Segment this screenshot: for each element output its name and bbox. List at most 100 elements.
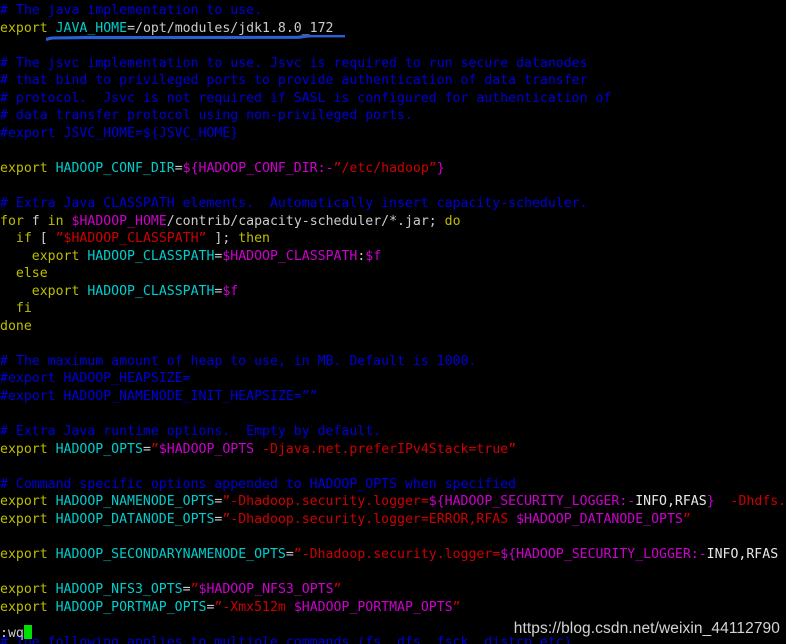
code-line[interactable] bbox=[0, 564, 786, 582]
terminal-window[interactable]: # The java implementation to use. export … bbox=[0, 0, 786, 644]
code-span: else bbox=[15, 266, 48, 282]
vim-command-line[interactable]: :wq bbox=[0, 625, 33, 643]
code-span bbox=[0, 266, 16, 281]
code-line[interactable]: # The jsvc implementation to use. Jsvc i… bbox=[0, 55, 786, 73]
code-span: fi bbox=[15, 301, 32, 317]
code-span: } bbox=[706, 494, 715, 510]
code-span bbox=[48, 161, 56, 176]
code-span: ”-Xmx512m bbox=[214, 599, 294, 615]
code-span: #export HADOOP_HEAPSIZE= bbox=[0, 371, 191, 387]
command-line-text: :wq bbox=[0, 626, 24, 641]
code-line[interactable] bbox=[0, 142, 786, 160]
code-line[interactable] bbox=[0, 37, 786, 55]
code-line[interactable] bbox=[0, 177, 786, 195]
code-line[interactable]: export HADOOP_CLASSPATH=$HADOOP_CLASSPAT… bbox=[0, 248, 786, 266]
code-span: ${HADOOP_CONF_DIR:- bbox=[182, 160, 334, 176]
code-span: } bbox=[436, 160, 445, 176]
code-line[interactable]: # Command specific options appended to H… bbox=[0, 476, 786, 494]
code-span: export bbox=[0, 494, 48, 510]
code-span: ${HADOOP_SECURITY_LOGGER:- bbox=[500, 546, 707, 562]
code-span: export bbox=[0, 582, 48, 598]
code-span: /contrib/capacity-scheduler/*.jar; bbox=[166, 213, 445, 229]
code-span: = bbox=[182, 582, 191, 598]
code-line[interactable]: if [ ”$HADOOP_CLASSPATH” ]; then bbox=[0, 230, 786, 248]
code-span: = bbox=[174, 160, 183, 176]
code-line[interactable] bbox=[0, 528, 786, 546]
code-line[interactable] bbox=[0, 335, 786, 353]
code-span: ” bbox=[150, 441, 159, 457]
code-span: ”$HADOOP_CLASSPATH” bbox=[55, 231, 207, 247]
code-span: then bbox=[238, 231, 270, 247]
code-line[interactable]: export JAVA_HOME=/opt/modules/jdk1.8.0_1… bbox=[0, 20, 786, 38]
code-line[interactable]: else bbox=[0, 265, 786, 283]
code-span: ]; bbox=[206, 231, 239, 247]
code-span: if bbox=[15, 231, 32, 247]
code-line[interactable]: #export JSVC_HOME=${JSVC_HOME} bbox=[0, 125, 786, 143]
code-span: ” bbox=[190, 582, 199, 598]
code-span bbox=[48, 442, 56, 457]
code-line[interactable]: # data transfer protocol using non-privi… bbox=[0, 107, 786, 125]
code-span: # The java implementation to use. bbox=[0, 3, 263, 18]
code-span bbox=[48, 21, 56, 36]
code-span bbox=[48, 494, 56, 509]
code-span bbox=[48, 600, 56, 615]
code-line[interactable]: # Extra Java runtime options. Empty by d… bbox=[0, 423, 786, 441]
code-line[interactable]: export HADOOP_PORTMAP_OPTS=”-Xmx512m $HA… bbox=[0, 599, 786, 617]
code-span bbox=[0, 284, 32, 299]
code-span: HADOOP_NAMENODE_OPTS bbox=[55, 494, 215, 510]
code-line[interactable] bbox=[0, 458, 786, 476]
code-line[interactable]: #export HADOOP_NAMENODE_INIT_HEAPSIZE=”” bbox=[0, 388, 786, 406]
code-line[interactable]: # The java implementation to use. bbox=[0, 2, 786, 20]
text-cursor bbox=[23, 625, 33, 639]
code-span: JAVA_HOME bbox=[55, 20, 128, 36]
code-span: HADOOP_CONF_DIR bbox=[55, 160, 175, 176]
vim-text-buffer[interactable]: # The java implementation to use. export … bbox=[0, 2, 786, 644]
code-line[interactable]: export HADOOP_DATANODE_OPTS=”-Dhadoop.se… bbox=[0, 511, 786, 529]
code-span: HADOOP_DATANODE_OPTS bbox=[55, 511, 215, 527]
code-line[interactable]: #export HADOOP_HEAPSIZE= bbox=[0, 370, 786, 388]
code-span: HADOOP_OPTS bbox=[55, 441, 143, 457]
code-span: export bbox=[0, 511, 48, 527]
code-line[interactable]: export HADOOP_NFS3_OPTS=”$HADOOP_NFS3_OP… bbox=[0, 581, 786, 599]
code-line[interactable]: export HADOOP_CLASSPATH=$f bbox=[0, 283, 786, 301]
code-span: ” bbox=[333, 582, 342, 598]
code-span: in bbox=[47, 213, 64, 229]
code-span: export bbox=[0, 441, 48, 457]
code-span bbox=[0, 249, 32, 264]
code-span: HADOOP_CLASSPATH bbox=[87, 248, 215, 264]
code-line[interactable]: export HADOOP_NAMENODE_OPTS=”-Dhadoop.se… bbox=[0, 493, 786, 511]
code-span: ” bbox=[452, 599, 461, 615]
code-span: $HADOOP_NFS3_OPTS bbox=[198, 582, 334, 598]
code-span: do bbox=[444, 213, 461, 229]
code-line[interactable]: # that bind to privileged ports to provi… bbox=[0, 72, 786, 90]
code-line[interactable]: # The maximum amount of heap to use, in … bbox=[0, 353, 786, 371]
code-span: -Dhdfs. bbox=[714, 494, 786, 510]
code-span: INFO,RFAS bbox=[706, 546, 779, 562]
code-span: # The maximum amount of heap to use, in … bbox=[0, 353, 477, 369]
code-span: done bbox=[0, 318, 32, 334]
code-line[interactable]: # protocol. Jsvc is not required if SASL… bbox=[0, 90, 786, 108]
code-span: -Djava.net.preferIPv4Stack=true” bbox=[254, 441, 517, 457]
code-span bbox=[48, 582, 56, 597]
code-line[interactable]: for f in $HADOOP_HOME/contrib/capacity-s… bbox=[0, 213, 786, 231]
code-span: # data transfer protocol using non-privi… bbox=[0, 108, 413, 124]
code-span: $HADOOP_OPTS bbox=[158, 441, 255, 457]
code-span bbox=[48, 512, 56, 527]
code-span: export bbox=[0, 546, 48, 562]
code-span: # protocol. Jsvc is not required if SASL… bbox=[0, 90, 612, 106]
code-span: export bbox=[0, 599, 48, 615]
code-span: =/opt/modules/jdk1.8.0_172 bbox=[127, 20, 334, 36]
code-line[interactable]: fi bbox=[0, 300, 786, 318]
code-span: export bbox=[0, 160, 48, 176]
code-line[interactable]: export HADOOP_OPTS=”$HADOOP_OPTS -Djava.… bbox=[0, 441, 786, 459]
code-line[interactable]: # Extra Java CLASSPATH elements. Automat… bbox=[0, 195, 786, 213]
code-line[interactable] bbox=[0, 406, 786, 424]
code-span: # that bind to privileged ports to provi… bbox=[0, 73, 588, 89]
code-span: f bbox=[23, 213, 48, 229]
code-span bbox=[64, 214, 72, 229]
code-line[interactable]: export HADOOP_CONF_DIR=${HADOOP_CONF_DIR… bbox=[0, 160, 786, 178]
code-span: $f bbox=[365, 248, 382, 264]
code-line[interactable]: export HADOOP_SECONDARYNAMENODE_OPTS=”-D… bbox=[0, 546, 786, 564]
code-span: # The following applies to multiple comm… bbox=[0, 634, 572, 644]
code-line[interactable]: done bbox=[0, 318, 786, 336]
